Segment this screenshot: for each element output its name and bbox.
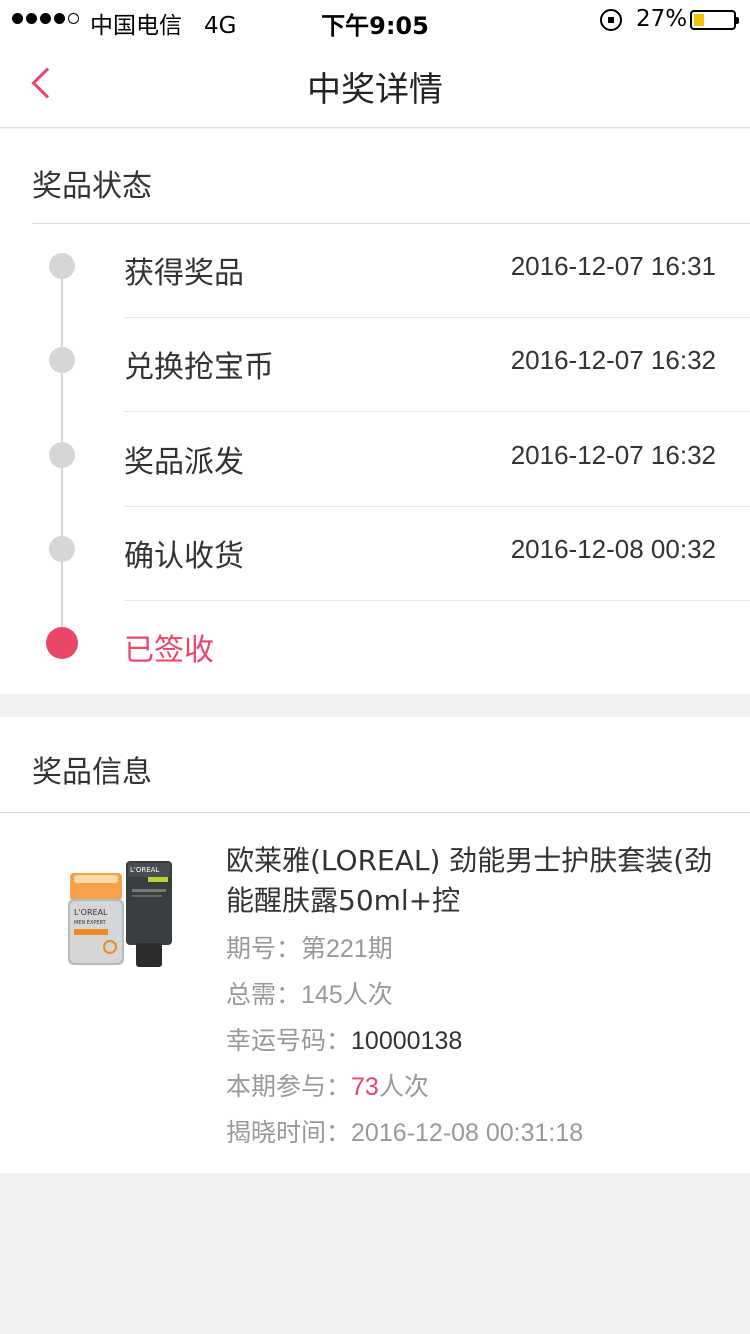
timeline-dot: [49, 536, 75, 562]
product-name[interactable]: 欧莱雅(LOREAL) 劲能男士护肤套装(劲能醒肤露50ml+控: [226, 841, 716, 921]
period-row: 期号：第221期: [226, 929, 393, 965]
timeline-step: 奖品派发 2016-12-07 16:32: [0, 413, 750, 507]
total-required-row: 总需：145人次: [226, 975, 393, 1011]
image-sub-text: MEN EXPERT: [74, 920, 107, 926]
prize-info-section: 奖品信息 L'OREAL MEN EXPERT L'OREAL 欧莱雅(LORE…: [0, 717, 750, 1173]
divider: [124, 411, 750, 412]
total-value: 145人次: [301, 981, 393, 1009]
timeline-step-label: 兑换抢宝币: [124, 350, 274, 385]
prize-status-title: 奖品状态: [32, 169, 152, 204]
participate-label: 本期参与：: [226, 1073, 352, 1101]
lucky-number: 10000138: [351, 1027, 463, 1055]
timeline-dot: [49, 442, 75, 468]
lucky-label: 幸运号码：: [226, 1027, 352, 1055]
timeline-step-time: 2016-12-08 00:32: [510, 534, 716, 564]
participate-unit: 人次: [378, 1073, 429, 1101]
timeline-dot-active: [46, 627, 78, 659]
battery-fill: [694, 14, 704, 26]
timeline-step-current: 已签收: [0, 601, 750, 695]
prize-info-title: 奖品信息: [32, 755, 152, 790]
image-brand-text: L'OREAL: [74, 908, 108, 917]
page-title: 中奖详情: [307, 70, 443, 110]
timeline-step-label: 确认收货: [124, 539, 244, 574]
timeline-step-time: 2016-12-07 16:31: [510, 251, 716, 281]
timeline-step-time: 2016-12-07 16:32: [510, 345, 716, 375]
lucky-number-row: 幸运号码：10000138: [226, 1021, 462, 1057]
participation-row: 本期参与：73人次: [226, 1067, 429, 1103]
timeline-step: 确认收货 2016-12-08 00:32: [0, 507, 750, 601]
period-value: 第221期: [301, 935, 393, 963]
rotation-lock-icon: [600, 9, 622, 31]
timeline-step-time: 2016-12-07 16:32: [510, 440, 716, 470]
status-bar: 中国电信 4G 下午9:05 27%: [0, 0, 750, 40]
timeline-step-label: 获得奖品: [124, 256, 244, 291]
image-brand-text-tube: L'OREAL: [130, 866, 159, 874]
timeline-step: 获得奖品 2016-12-07 16:31: [0, 224, 750, 318]
total-label: 总需：: [226, 981, 302, 1009]
timeline-dot: [49, 347, 75, 373]
nav-bar: 中奖详情: [0, 40, 750, 128]
reveal-time-row: 揭晓时间：2016-12-08 00:31:18: [226, 1113, 583, 1149]
period-label: 期号：: [226, 935, 302, 963]
timeline-step-label: 已签收: [124, 633, 214, 668]
reveal-time: 2016-12-08 00:31:18: [351, 1119, 584, 1147]
timeline-step: 兑换抢宝币 2016-12-07 16:32: [0, 318, 750, 412]
battery-percent: 27%: [636, 6, 688, 32]
timeline-step-label: 奖品派发: [124, 445, 244, 480]
timeline-dot: [49, 253, 75, 279]
divider: [0, 812, 750, 813]
prize-status-section: 奖品状态 获得奖品 2016-12-07 16:31 兑换抢宝币 2016-12…: [0, 129, 750, 694]
battery-icon: [690, 10, 739, 30]
participate-count: 73: [351, 1073, 379, 1101]
product-image[interactable]: L'OREAL MEN EXPERT L'OREAL: [60, 855, 180, 975]
reveal-label: 揭晓时间：: [226, 1119, 352, 1147]
